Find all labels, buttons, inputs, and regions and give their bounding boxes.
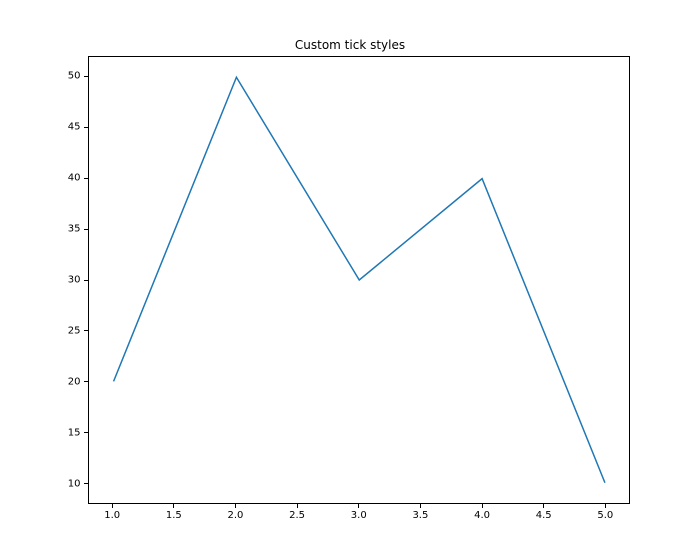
y-tick-label: 40 — [68, 173, 81, 184]
x-tick-label: 3.0 — [351, 510, 367, 521]
line-plot — [89, 57, 630, 503]
y-tick-mark — [84, 330, 88, 331]
x-tick-mark — [297, 504, 298, 508]
y-tick-label: 20 — [68, 376, 81, 387]
x-tick-label: 2.5 — [289, 510, 305, 521]
y-tick-mark — [84, 127, 88, 128]
y-tick-label: 15 — [68, 427, 81, 438]
y-tick-label: 30 — [68, 275, 81, 286]
data-line — [113, 77, 604, 482]
y-tick-label: 25 — [68, 325, 81, 336]
x-tick-mark — [112, 504, 113, 508]
x-tick-label: 3.5 — [412, 510, 428, 521]
x-tick-mark — [605, 504, 606, 508]
x-tick-mark — [543, 504, 544, 508]
x-tick-label: 4.0 — [474, 510, 490, 521]
y-tick-label: 35 — [68, 224, 81, 235]
x-tick-mark — [235, 504, 236, 508]
figure: Custom tick styles 1.0 1.5 2.0 2.5 3.0 3.5 4.0… — [0, 0, 700, 560]
y-tick-mark — [84, 76, 88, 77]
plot-axes — [88, 56, 631, 504]
y-tick-label: 45 — [68, 122, 81, 133]
x-tick-label: 1.5 — [166, 510, 182, 521]
y-tick-label: 50 — [68, 71, 81, 82]
y-tick-mark — [84, 280, 88, 281]
y-tick-mark — [84, 178, 88, 179]
y-tick-mark — [84, 229, 88, 230]
x-tick-label: 2.0 — [228, 510, 244, 521]
y-tick-mark — [84, 432, 88, 433]
y-tick-mark — [84, 483, 88, 484]
x-tick-label: 4.5 — [536, 510, 552, 521]
x-tick-mark — [482, 504, 483, 508]
chart-title: Custom tick styles — [0, 38, 700, 52]
x-tick-label: 1.0 — [104, 510, 120, 521]
x-tick-label: 5.0 — [597, 510, 613, 521]
y-tick-label: 10 — [68, 478, 81, 489]
y-tick-mark — [84, 381, 88, 382]
x-tick-mark — [420, 504, 421, 508]
x-tick-mark — [173, 504, 174, 508]
x-tick-mark — [358, 504, 359, 508]
